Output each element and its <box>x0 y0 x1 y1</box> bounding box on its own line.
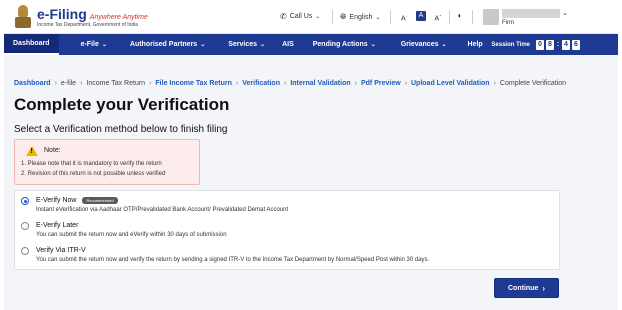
user-avatar[interactable] <box>483 9 499 25</box>
nav-pending-actions[interactable]: Pending Actions ⌄ <box>303 34 385 55</box>
chevron-right-icon: › <box>493 80 496 87</box>
nav-dashboard[interactable]: Dashboard <box>4 34 59 55</box>
header-divider <box>390 10 391 24</box>
session-digit: 4 <box>562 40 570 50</box>
nav-grievances[interactable]: Grievances ⌄ <box>385 34 456 55</box>
recommended-badge: Recommended <box>82 197 118 204</box>
chevron-right-icon: › <box>354 80 357 87</box>
breadcrumb-dashboard[interactable]: Dashboard <box>14 80 51 87</box>
note-box: Note: 1. Please note that it is mandator… <box>14 139 200 185</box>
breadcrumb-current: Complete Verification <box>499 80 567 87</box>
breadcrumb-upload-level-validation[interactable]: Upload Level Validation <box>411 80 490 87</box>
radio-everify-later[interactable] <box>21 222 29 230</box>
chevron-down-icon: ⌄ <box>101 42 107 48</box>
header-divider <box>449 10 450 24</box>
nav-ais[interactable]: AIS <box>274 34 303 55</box>
breadcrumb-pdf-preview[interactable]: Pdf Preview <box>361 80 401 87</box>
breadcrumb: Dashboard › e-file › Income Tax Return ›… <box>14 80 566 87</box>
option-description: You can submit the return now and verify… <box>36 257 430 263</box>
chevron-down-icon[interactable]: ⌄ <box>562 9 568 17</box>
header-divider <box>472 10 473 24</box>
session-colon: : <box>556 41 560 48</box>
nav-authorised-partners[interactable]: Authorised Partners ⌄ <box>116 34 214 55</box>
chevron-right-icon: › <box>404 80 407 87</box>
chevron-down-icon: ⌄ <box>315 14 321 20</box>
option-description: You can submit the return now and eVerif… <box>36 232 227 238</box>
chevron-down-icon: ⌄ <box>441 42 447 48</box>
font-increase-button[interactable]: A+ <box>433 11 443 22</box>
session-digit: 0 <box>536 40 544 50</box>
chevron-down-icon: ⌄ <box>370 42 376 48</box>
language-selector[interactable]: 🌐︎ English ⌄ <box>340 12 380 22</box>
chevron-right-icon: › <box>283 80 287 87</box>
contrast-toggle-icon[interactable]: ◐ <box>455 11 465 21</box>
verification-options: E-Verify Now Recommended Instant eVerific… <box>14 190 560 270</box>
efiling-logo[interactable]: e-Filing Anywhere Anytime Income Tax Depa… <box>14 4 148 30</box>
breadcrumb-verification[interactable]: Verification <box>242 80 280 87</box>
session-digit: 6 <box>572 40 580 50</box>
header-divider <box>332 10 333 24</box>
chevron-right-icon: › <box>149 80 152 87</box>
font-normal-button[interactable]: A <box>416 11 426 21</box>
nav-services[interactable]: Services ⌄ <box>214 34 274 55</box>
session-digit: 8 <box>546 40 554 50</box>
chevron-right-icon: › <box>235 80 239 87</box>
warning-icon <box>26 146 38 156</box>
chevron-down-icon: ⌄ <box>375 14 381 21</box>
national-emblem-icon <box>14 5 32 29</box>
nav-help[interactable]: Help <box>456 34 492 55</box>
session-time-label: Session Time <box>491 42 530 48</box>
logo-title: e-Filing <box>37 5 87 22</box>
logo-tagline: Anywhere Anytime <box>89 13 148 21</box>
continue-label: Continue <box>508 284 539 292</box>
font-decrease-button[interactable]: A- <box>399 11 409 22</box>
page-subtitle: Select a Verification method below to fi… <box>14 124 228 135</box>
chevron-right-icon: › <box>542 283 545 293</box>
note-line: 1. Please note that it is mandatory to v… <box>21 161 162 167</box>
continue-button[interactable]: Continue › <box>494 278 559 298</box>
phone-icon: ✆ <box>280 12 287 21</box>
user-role: Firm <box>502 20 514 26</box>
option-title: Verify Via ITR-V <box>36 247 86 254</box>
option-title: E-Verify Later <box>36 222 79 229</box>
chevron-right-icon: › <box>54 80 57 87</box>
breadcrumb-efile: e-file <box>60 80 77 87</box>
note-line: 2. Revision of this return is not possib… <box>21 171 166 177</box>
user-name-redacted <box>502 9 560 18</box>
breadcrumb-income-tax-return: Income Tax Return <box>86 80 146 87</box>
radio-everify-now[interactable] <box>21 197 29 205</box>
breadcrumb-file-itr[interactable]: File Income Tax Return <box>155 80 232 87</box>
logo-subtitle: Income Tax Department, Government of Ind… <box>37 21 139 28</box>
globe-icon: 🌐︎ <box>340 12 347 21</box>
note-title: Note: <box>44 147 61 154</box>
radio-verify-itrv[interactable] <box>21 247 29 255</box>
top-header: e-Filing Anywhere Anytime Income Tax Depa… <box>4 0 618 34</box>
language-label: English <box>349 13 373 21</box>
page-title: Complete your Verification <box>14 95 230 114</box>
breadcrumb-internal-validation[interactable]: Internal Validation <box>290 80 350 87</box>
chevron-down-icon: ⌄ <box>260 42 266 48</box>
session-timer: Session Time 0 8 : 4 6 <box>491 40 580 50</box>
chevron-down-icon: ⌄ <box>200 42 206 48</box>
option-title: E-Verify Now <box>36 197 77 204</box>
nav-efile[interactable]: e-File ⌄ <box>59 34 116 55</box>
app-frame: e-Filing Anywhere Anytime Income Tax Depa… <box>4 0 618 310</box>
chevron-right-icon: › <box>80 80 83 87</box>
option-description: Instant eVerification via Aadhaar OTP/Pr… <box>36 207 289 213</box>
call-us-label: Call Us <box>289 13 313 20</box>
call-us-menu[interactable]: ✆ Call Us ⌄ <box>280 12 320 21</box>
